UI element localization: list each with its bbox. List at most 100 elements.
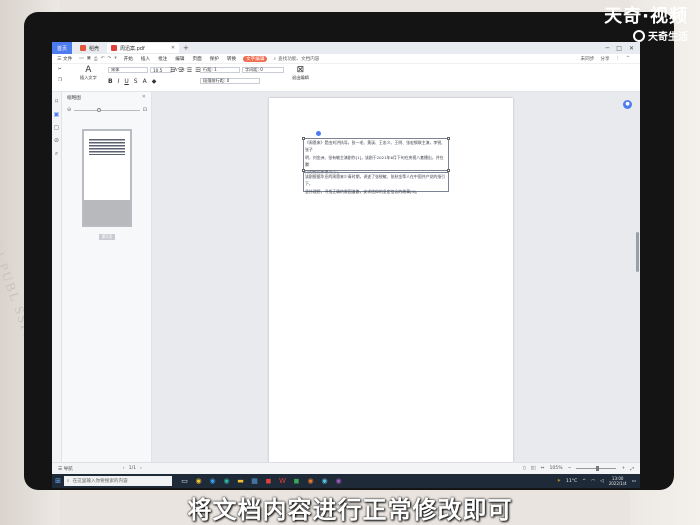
text-box-1[interactable]: 《周恩来》是由刘洪执导，张一毛、黄溪、王忠义、王明、张宏钢联主演，李锐、张子 明… <box>302 137 450 175</box>
app-icon[interactable]: ◉ <box>334 476 343 486</box>
fit-icon[interactable]: ⊡ <box>143 107 147 113</box>
more-icon[interactable]: ⋮ <box>616 56 621 62</box>
fullscreen-icon[interactable]: ⤢ <box>630 466 634 472</box>
menu-text-edit[interactable]: 文字编辑 <box>243 55 268 62</box>
assistant-icon[interactable]: ● <box>623 100 632 109</box>
menu-edit[interactable]: 编辑 <box>174 56 185 62</box>
zoom-level[interactable]: 105% <box>549 466 562 471</box>
slider-knob[interactable] <box>97 107 102 112</box>
align-left-icon[interactable]: ☰ <box>170 67 175 74</box>
font-size-select[interactable]: 10.5 <box>150 67 172 73</box>
save-icon[interactable]: ▣ <box>87 56 91 62</box>
rotate-handle[interactable] <box>316 131 321 136</box>
menu-convert[interactable]: 转换 <box>226 56 237 62</box>
line-spacing-field[interactable]: 行距: 1 <box>200 67 240 73</box>
search-panel-icon[interactable]: ⌕ <box>52 150 61 158</box>
explorer-icon[interactable]: ▬ <box>236 476 245 486</box>
add-tab-icon[interactable]: + <box>183 44 189 52</box>
app-icon[interactable]: ◉ <box>320 476 329 486</box>
double-page-icon[interactable]: ▯▯ <box>531 466 536 471</box>
store-icon[interactable]: ▦ <box>250 476 259 486</box>
close-icon[interactable]: ✕ <box>171 45 175 51</box>
exit-edit-button[interactable]: ⊠ 退出编辑 <box>292 66 309 81</box>
clock[interactable]: 13:00 2022/1/4 <box>609 476 627 486</box>
tab-document[interactable]: 周迅案.pdf ✕ <box>107 43 180 53</box>
chevron-down-icon[interactable]: ▾ <box>114 56 116 62</box>
single-page-icon[interactable]: ▯ <box>523 466 526 471</box>
tray-chevron-icon[interactable]: ^ <box>582 479 586 484</box>
thumbnail-icon[interactable]: ▣ <box>52 111 61 118</box>
resize-handle[interactable] <box>302 137 305 140</box>
chrome-icon[interactable]: ◉ <box>194 476 203 486</box>
zoom-slider[interactable] <box>576 466 617 471</box>
page-thumbnail[interactable] <box>82 129 132 227</box>
panel-close-icon[interactable]: ✕ <box>142 94 146 100</box>
pdf-app-icon[interactable]: ◼ <box>264 476 273 486</box>
tab-home[interactable]: 首页 <box>52 42 72 54</box>
wps-writer-icon[interactable]: W <box>278 476 287 486</box>
zoom-out-icon[interactable]: ⊖ <box>67 107 71 113</box>
redo-icon[interactable]: ↷ <box>107 56 111 62</box>
task-view-icon[interactable]: ▭ <box>180 476 189 486</box>
menu-page[interactable]: 页面 <box>191 56 202 62</box>
comment-icon[interactable]: ▢ <box>52 124 61 131</box>
para-spacing-field[interactable]: 段落前行距: 0 <box>200 78 260 84</box>
sync-status[interactable]: 未同步 <box>581 56 595 62</box>
tab-daoke[interactable]: 稻壳 <box>76 43 103 53</box>
text-line[interactable]: 坚持理想，寻找正确的救国道路，安求信仰的坚定信念的故事[4]。 <box>305 188 447 195</box>
resize-handle[interactable] <box>447 137 450 140</box>
collapse-icon[interactable]: ^ <box>626 56 630 62</box>
italic-icon[interactable]: I <box>118 78 120 85</box>
nav-button[interactable]: ☰ 导航 <box>58 466 73 472</box>
attachment-icon[interactable]: ⊘ <box>52 137 61 144</box>
insert-text-button[interactable]: A 插入文字 <box>80 66 97 81</box>
ribbon-copy[interactable]: ❐ <box>58 78 62 83</box>
folder-icon[interactable]: ▭ <box>79 56 83 62</box>
page-indicator[interactable]: 1/1 <box>129 466 136 471</box>
minimize-icon[interactable]: ─ <box>606 45 610 52</box>
thumbnail-zoom-slider[interactable] <box>74 107 140 112</box>
font-select[interactable]: 宋体 <box>108 67 148 73</box>
weather-icon[interactable]: ☀ <box>557 479 561 484</box>
ribbon-cut[interactable]: ✂ <box>58 67 62 72</box>
bookmark-icon[interactable]: ⌑ <box>52 98 61 105</box>
zoom-minus-icon[interactable]: − <box>568 466 572 471</box>
char-spacing-field[interactable]: 字间距: 0 <box>242 67 284 73</box>
menu-annotate[interactable]: 批注 <box>157 56 168 62</box>
volume-icon[interactable]: ◁ <box>600 479 604 484</box>
maximize-icon[interactable]: □ <box>616 45 622 52</box>
notification-icon[interactable]: ▭ <box>632 479 636 484</box>
windows-start-icon[interactable]: ⊞ <box>52 477 64 485</box>
wps-sheet-icon[interactable]: ◼ <box>292 476 301 486</box>
prev-page-icon[interactable]: ‹ <box>123 466 125 471</box>
menu-protect[interactable]: 保护 <box>209 56 220 62</box>
strikethrough-icon[interactable]: S <box>134 78 138 85</box>
edge-icon[interactable]: ◉ <box>222 476 231 486</box>
print-icon[interactable]: ⎙ <box>94 56 98 62</box>
menu-file[interactable]: 三 文件 <box>56 56 73 62</box>
share-button[interactable]: 分享 <box>600 56 609 62</box>
menu-start[interactable]: 开始 <box>123 56 134 62</box>
next-page-icon[interactable]: › <box>140 466 142 471</box>
font-color-icon[interactable]: A <box>143 78 147 85</box>
network-icon[interactable]: ◠ <box>591 479 595 484</box>
text-line[interactable]: 《周恩来》是由刘洪执导，张一毛、黄溪、王忠义、王明、张宏钢联主演，李锐、张子 <box>305 139 447 154</box>
underline-icon[interactable]: U <box>124 78 128 85</box>
align-right-icon[interactable]: ☰ <box>187 67 192 74</box>
media-icon[interactable]: ◉ <box>306 476 315 486</box>
fit-width-icon[interactable]: ⇔ <box>541 466 545 471</box>
vertical-scrollbar[interactable] <box>636 232 639 272</box>
align-center-icon[interactable]: ☰ <box>178 67 183 74</box>
menu-insert[interactable]: 插入 <box>140 56 151 62</box>
browser-icon[interactable]: ◉ <box>208 476 217 486</box>
weather-temp[interactable]: 11°C <box>566 479 577 484</box>
taskbar-search[interactable]: ⌕ 在这里输入你要搜索的内容 <box>64 476 172 486</box>
text-line[interactable]: 明、刘金洲、张有敏主演剧作[1]，该剧于2021年6月下旬在央视八套播出，并在腾 <box>305 154 447 169</box>
highlight-icon[interactable]: ◆ <box>152 78 157 85</box>
text-line[interactable]: 该剧根据毕业的周恩来少青时期，讲述了张锐敏、张秋金等人在中国共产党的指引下， <box>305 173 447 188</box>
window-close-icon[interactable]: ✕ <box>629 45 634 52</box>
undo-icon[interactable]: ↶ <box>101 56 105 62</box>
text-box-2[interactable]: 该剧根据毕业的周恩来少青时期，讲述了张锐敏、张秋金等人在中国共产党的指引下， 坚… <box>303 172 449 195</box>
menu-search[interactable]: ⌕ 查找功能、文档内容 <box>273 56 319 62</box>
bold-icon[interactable]: B <box>108 78 113 85</box>
